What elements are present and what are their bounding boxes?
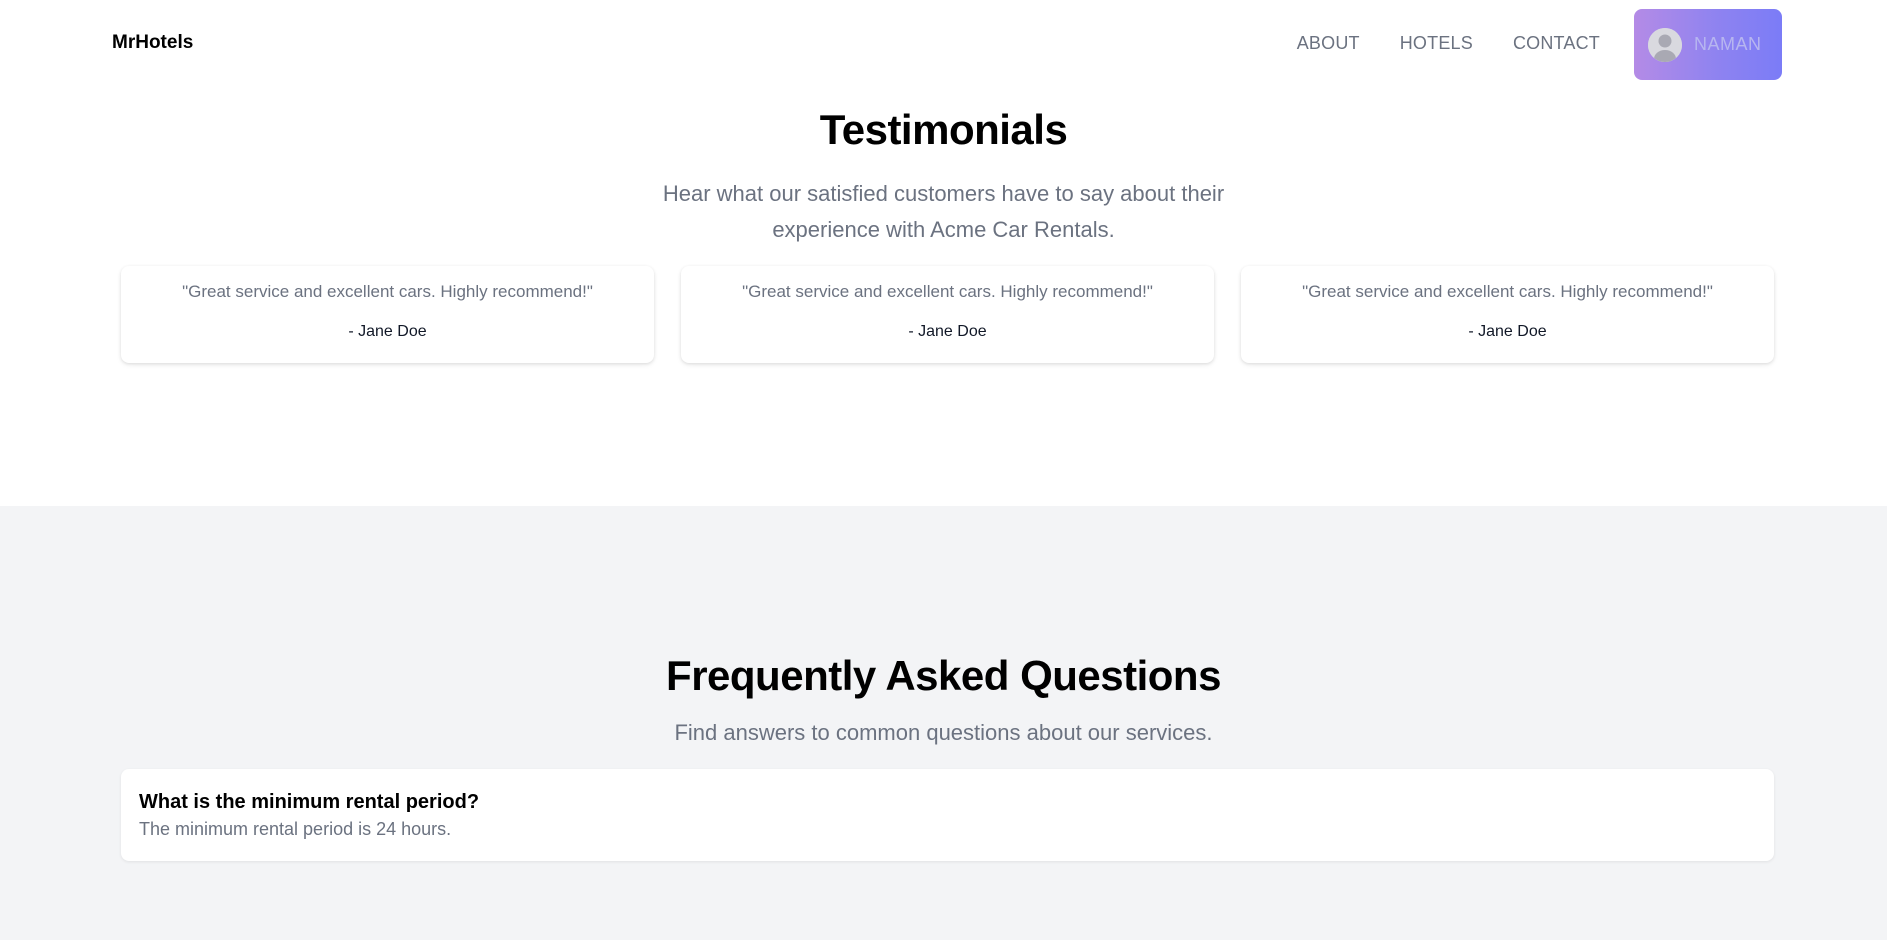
nav-link-about[interactable]: ABOUT — [1297, 33, 1360, 54]
testimonial-quote: "Great service and excellent cars. Highl… — [1302, 282, 1713, 301]
page: MrHotels ABOUT HOTELS CONTACT NAMAN Test… — [0, 0, 1887, 940]
nav-link-contact[interactable]: CONTACT — [1513, 33, 1600, 54]
testimonials-section: Testimonials Hear what our satisfied cus… — [0, 88, 1887, 506]
testimonial-card: "Great service and excellent cars. Highl… — [121, 266, 654, 363]
nav-link-hotels[interactable]: HOTELS — [1400, 33, 1473, 54]
faq-item[interactable]: What is the minimum rental period? The m… — [121, 769, 1774, 861]
testimonial-card: "Great service and excellent cars. Highl… — [681, 266, 1214, 363]
testimonial-quote: "Great service and excellent cars. Highl… — [742, 282, 1153, 301]
faq-section: Frequently Asked Questions Find answers … — [0, 506, 1887, 940]
faq-question: What is the minimum rental period? — [139, 791, 480, 813]
brand-logo-link[interactable]: MrHotels — [112, 32, 193, 54]
testimonial-cards: "Great service and excellent cars. Highl… — [121, 266, 1774, 363]
user-avatar-icon — [1648, 27, 1682, 62]
testimonial-quote: "Great service and excellent cars. Highl… — [182, 282, 593, 301]
testimonial-author: - Jane Doe — [1468, 323, 1547, 340]
user-name: NAMAN — [1694, 34, 1762, 54]
faq-answer: The minimum rental period is 24 hours. — [139, 819, 452, 839]
nav-links: ABOUT HOTELS CONTACT — [1297, 33, 1600, 54]
testimonials-subtitle: Hear what our satisfied customers have t… — [662, 181, 1225, 242]
faq-subtitle: Find answers to common questions about o… — [674, 720, 1213, 745]
testimonial-card: "Great service and excellent cars. Highl… — [1241, 266, 1774, 363]
testimonial-author: - Jane Doe — [908, 323, 987, 340]
navbar: MrHotels ABOUT HOTELS CONTACT NAMAN — [0, 0, 1887, 88]
testimonials-title: Testimonials — [819, 106, 1068, 153]
user-menu-button[interactable]: NAMAN — [1634, 9, 1782, 80]
faq-title: Frequently Asked Questions — [666, 652, 1221, 699]
testimonial-author: - Jane Doe — [348, 323, 427, 340]
